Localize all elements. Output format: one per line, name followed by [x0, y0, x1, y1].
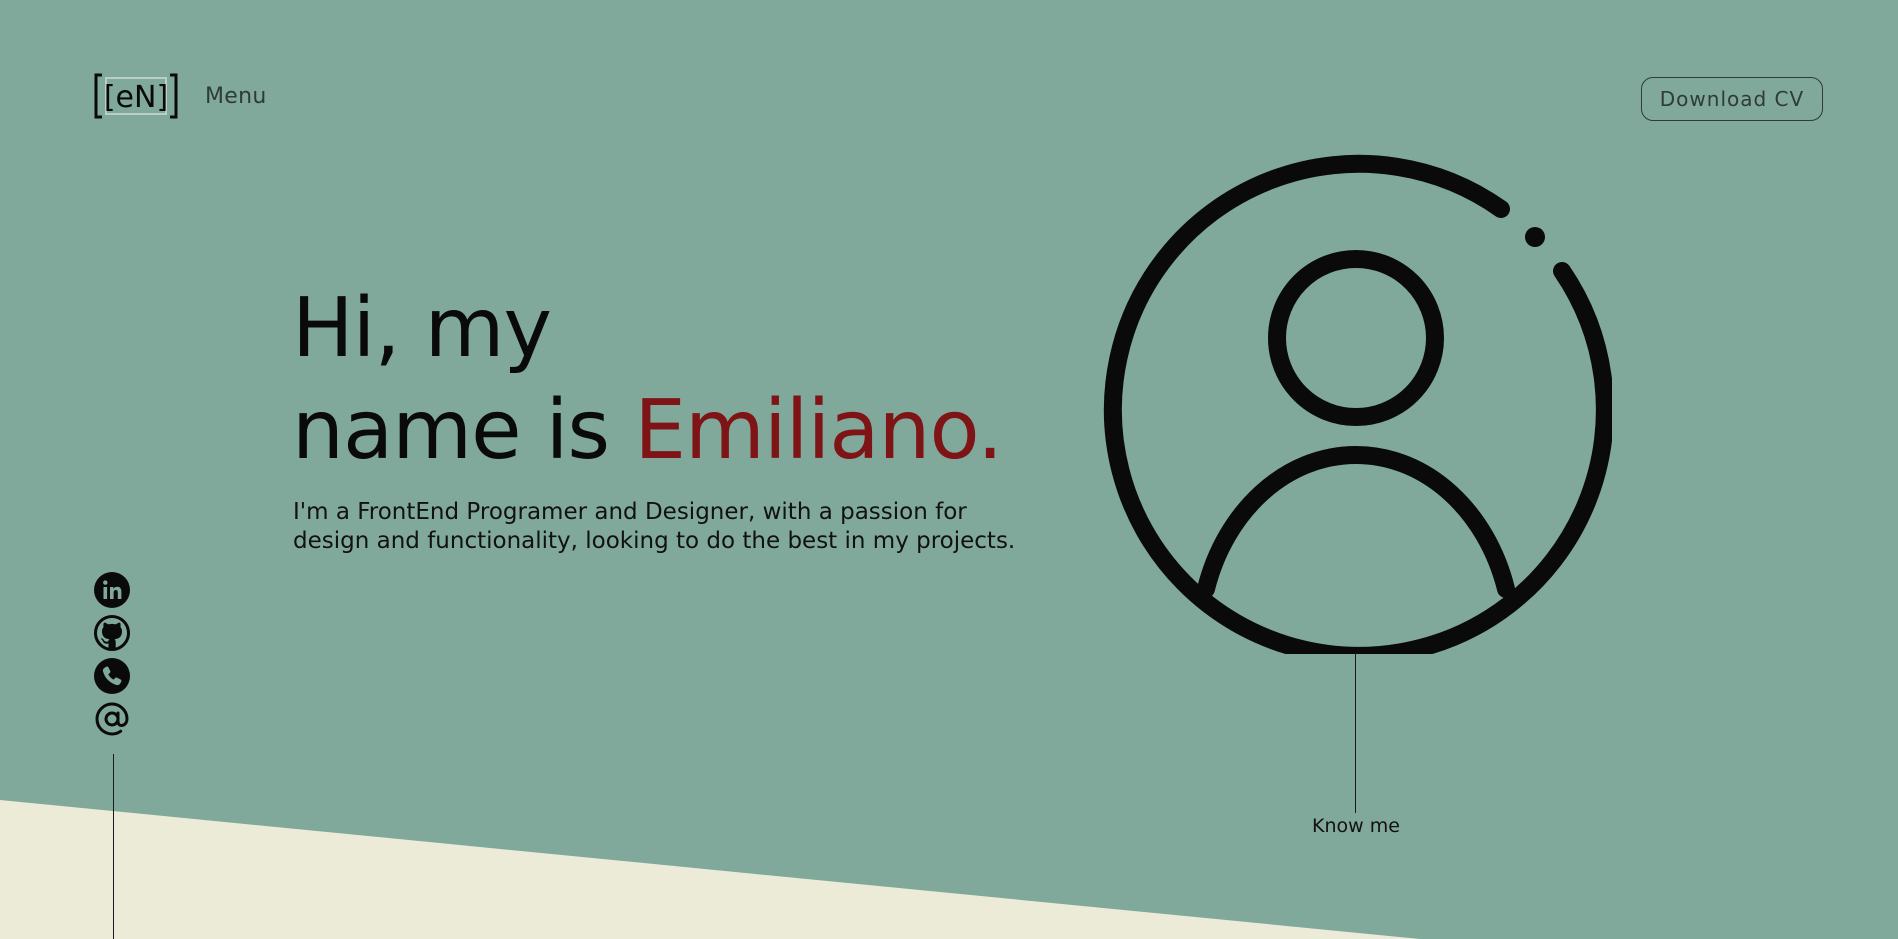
at-sign-icon — [95, 702, 129, 736]
hero-title: Hi, my name is Emiliano. — [292, 278, 1003, 482]
phone-link[interactable] — [93, 657, 131, 695]
linkedin-link[interactable] — [93, 571, 131, 609]
linkedin-icon — [94, 572, 130, 608]
phone-icon — [94, 658, 130, 694]
social-divider — [113, 754, 114, 939]
logo-mark: [eN] — [94, 73, 178, 119]
avatar-ring-dot — [1525, 227, 1545, 247]
logo-text: [eN] — [104, 80, 168, 115]
hero-title-line1: Hi, my — [292, 281, 552, 376]
logo[interactable]: [eN] — [94, 73, 178, 119]
avatar-head — [1268, 250, 1444, 426]
social-links — [93, 571, 131, 738]
know-me-divider — [1355, 653, 1356, 813]
download-cv-button[interactable]: Download CV — [1641, 77, 1823, 121]
hero-description: I'm a FrontEnd Programer and Designer, w… — [293, 499, 1016, 554]
know-me-link[interactable]: Know me — [1312, 815, 1400, 837]
hero-title-prefix: name is — [292, 383, 635, 478]
github-icon — [94, 615, 130, 651]
github-link[interactable] — [93, 614, 131, 652]
email-link[interactable] — [93, 700, 131, 738]
hero-name: Emiliano. — [634, 383, 1003, 478]
avatar-shoulders — [1197, 445, 1515, 598]
user-avatar-icon — [1103, 154, 1612, 654]
page: [eN] Menu Download CV Hi, my name is Emi… — [0, 0, 1898, 939]
menu-link[interactable]: Menu — [205, 84, 267, 109]
